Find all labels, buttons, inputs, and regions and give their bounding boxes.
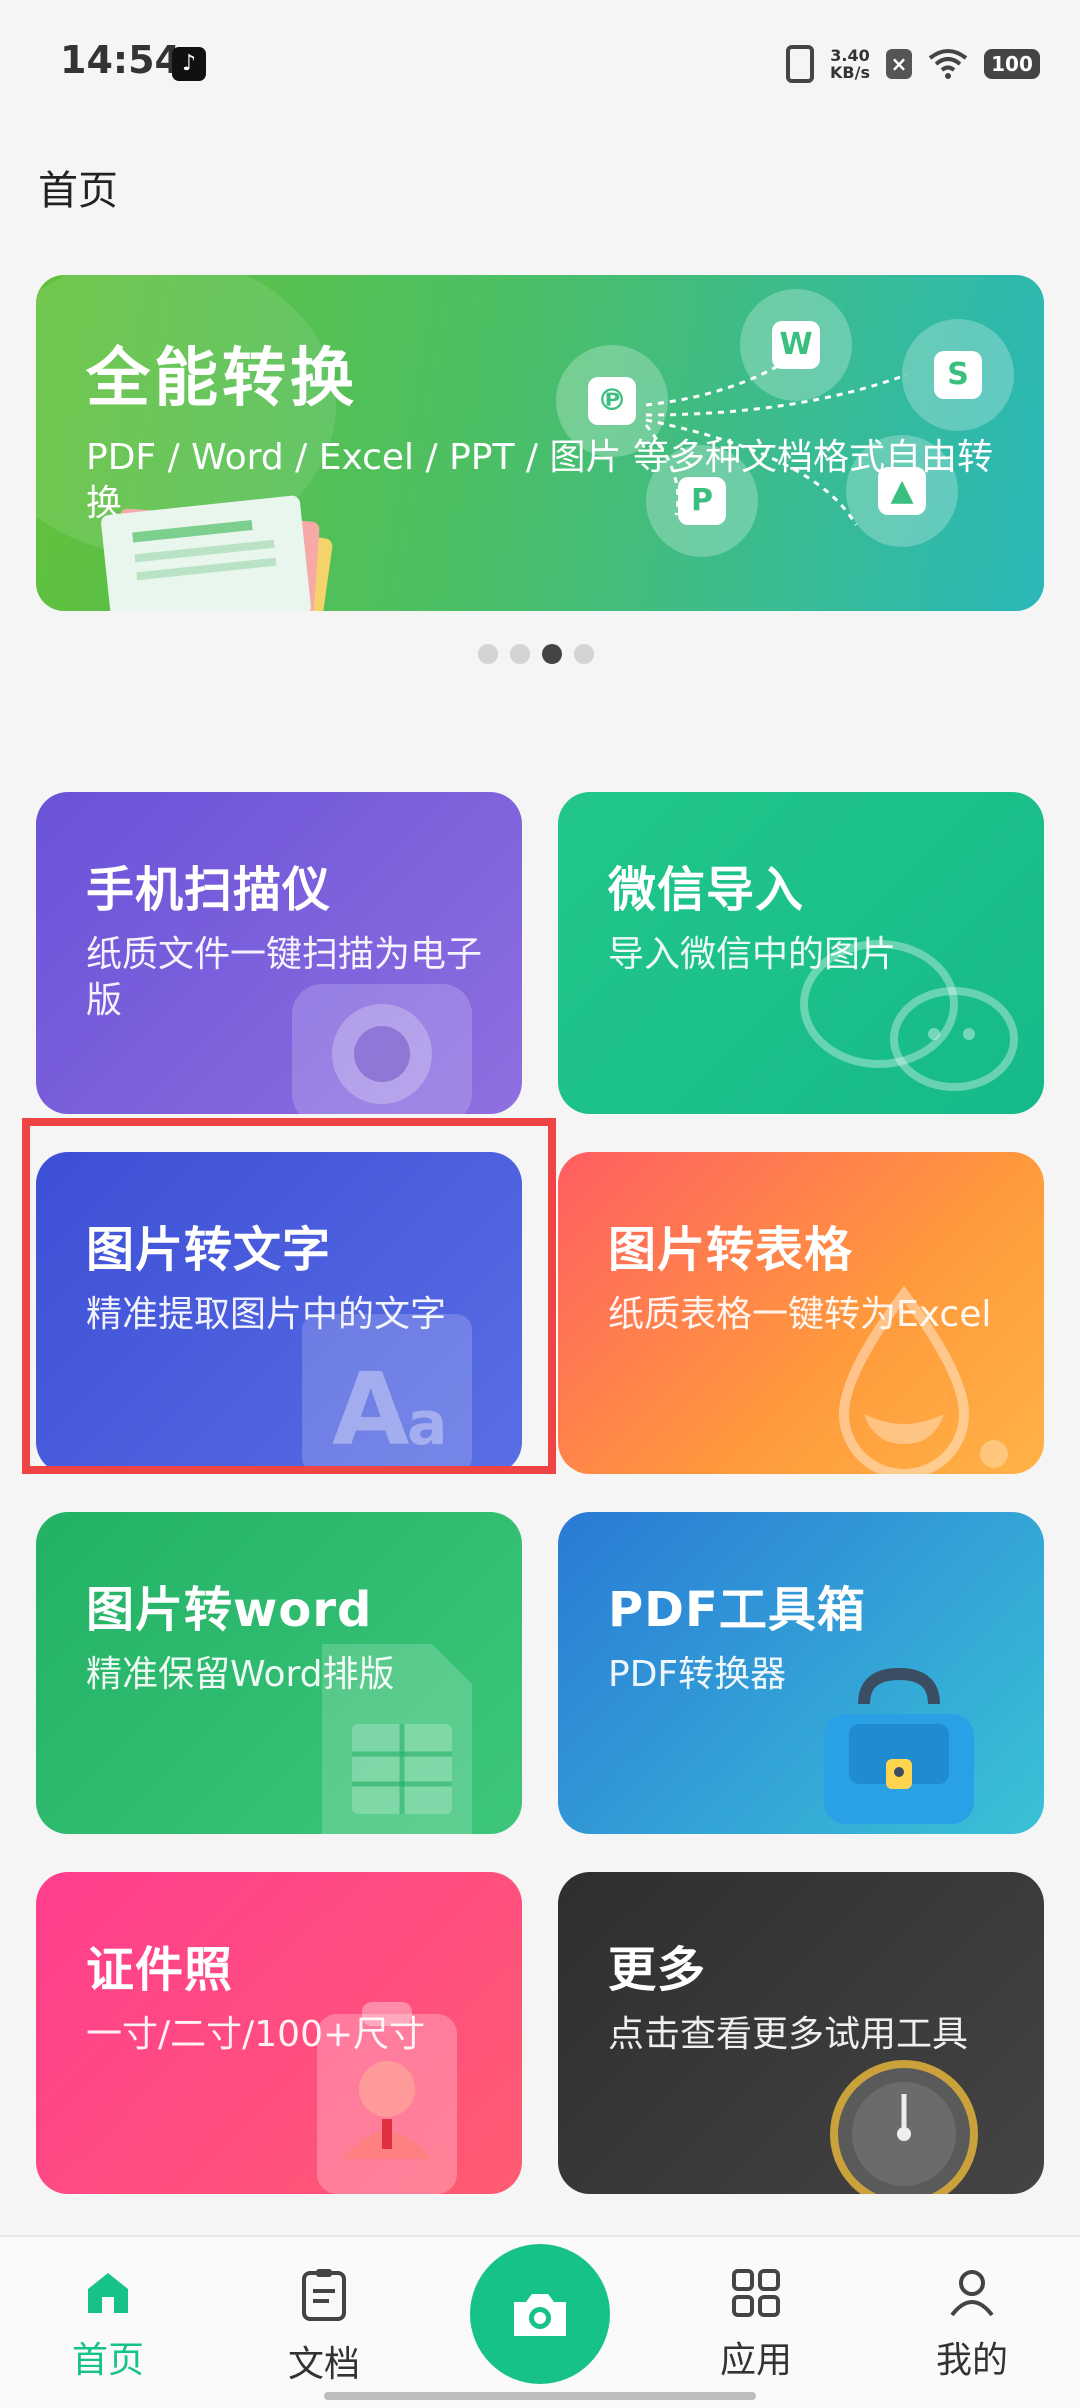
nav-label: 文档 (287, 2344, 360, 2385)
document-icon (302, 2269, 346, 2321)
slides-icon: S (902, 319, 1014, 431)
camera-icon (292, 984, 472, 1114)
card-title: 图片转word (86, 1582, 373, 1638)
page-title: 首页 (38, 168, 118, 214)
card-title: 更多 (608, 1942, 707, 1998)
wechat-icon (800, 940, 1018, 1091)
spreadsheet-icon (322, 1644, 472, 1834)
home-icon (88, 2273, 128, 2313)
status-bar: 14:54 ♪ 3.40 KB/s × 100 (0, 0, 1080, 125)
pdf-icon: ℗ (556, 345, 668, 457)
profile-icon (950, 2270, 994, 2317)
nav-item-profile[interactable]: 我的 (892, 2267, 1052, 2383)
carousel-dot[interactable] (574, 644, 594, 664)
card-image-to-table[interactable]: 图片转表格 纸质表格一键转为Excel (558, 1152, 1044, 1474)
image-icon: ▲ (846, 435, 958, 547)
nav-item-documents[interactable]: 文档 (244, 2267, 404, 2387)
nav-label: 首页 (71, 2340, 144, 2381)
nav-item-home[interactable]: 首页 (28, 2267, 188, 2383)
card-pdf-toolbox[interactable]: PDF工具箱 PDF转换器 (558, 1512, 1044, 1834)
id-badge-icon (317, 2002, 457, 2194)
wifi-icon (928, 49, 968, 79)
card-wechat-import[interactable]: 微信导入 导入微信中的图片 (558, 792, 1044, 1114)
vibrate-icon (786, 45, 815, 83)
word-icon: W (740, 289, 852, 401)
camera-icon (514, 2294, 566, 2336)
network-speed: 3.40 KB/s (830, 46, 870, 82)
tiktok-icon: ♪ (172, 47, 206, 81)
carousel-indicator (478, 644, 594, 664)
nav-label: 应用 (719, 2340, 792, 2381)
sim-off-icon: × (886, 49, 912, 79)
card-title: 微信导入 (608, 862, 805, 918)
carousel-dot-active[interactable] (542, 644, 562, 664)
stopwatch-icon (830, 2060, 978, 2194)
toolbox-icon (824, 1667, 974, 1824)
status-time: 14:54 (60, 38, 181, 82)
battery-indicator: 100 (984, 49, 1040, 79)
card-title: 图片转表格 (608, 1222, 854, 1278)
ppt-icon: P (646, 445, 758, 557)
card-scanner[interactable]: 手机扫描仪 纸质文件一键扫描为电子版 (36, 792, 522, 1114)
card-id-photo[interactable]: 证件照 一寸/二寸/100+尺寸 (36, 1872, 522, 2194)
excel-drop-icon (838, 1285, 1008, 1474)
nav-label: 我的 (935, 2340, 1008, 2381)
selection-highlight (22, 1118, 556, 1474)
gesture-bar[interactable] (324, 2392, 756, 2400)
nav-item-apps[interactable]: 应用 (676, 2267, 836, 2383)
promo-banner[interactable]: 全能转换 PDF / Word / Excel / PPT / 图片 等多种文档… (36, 275, 1044, 611)
card-more[interactable]: 更多 点击查看更多试用工具 (558, 1872, 1044, 2194)
carousel-dot[interactable] (510, 644, 530, 664)
card-title: PDF工具箱 (608, 1582, 866, 1638)
apps-icon (732, 2269, 780, 2317)
card-image-to-word[interactable]: 图片转word 精准保留Word排版 (36, 1512, 522, 1834)
card-title: 手机扫描仪 (86, 862, 332, 918)
card-title: 证件照 (86, 1942, 234, 1998)
carousel-dot[interactable] (478, 644, 498, 664)
camera-scan-button[interactable] (470, 2244, 610, 2384)
